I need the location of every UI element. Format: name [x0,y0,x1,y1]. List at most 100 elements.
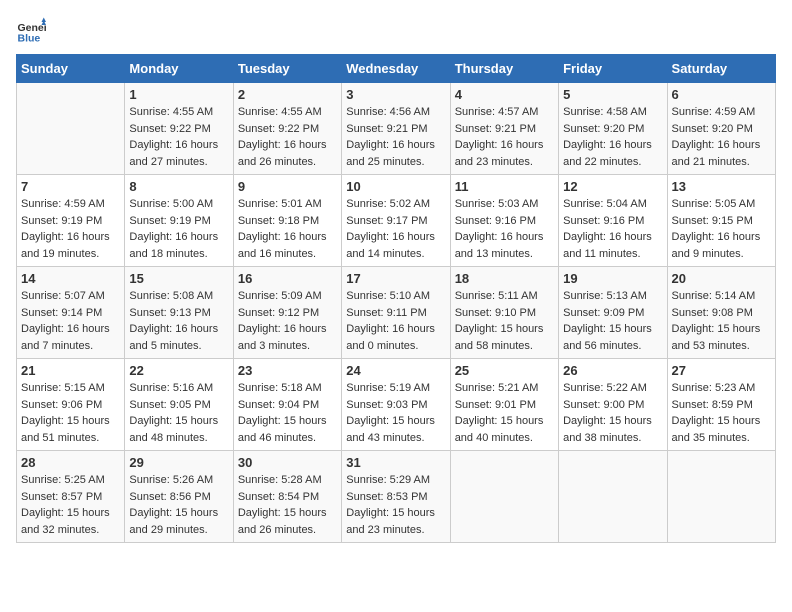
day-number: 28 [21,455,120,470]
day-info: Sunrise: 4:59 AMSunset: 9:20 PMDaylight:… [672,104,771,170]
day-cell: 20Sunrise: 5:14 AMSunset: 9:08 PMDayligh… [667,267,775,359]
day-number: 14 [21,271,120,286]
day-info: Sunrise: 5:26 AMSunset: 8:56 PMDaylight:… [129,472,228,538]
day-number: 6 [672,87,771,102]
day-number: 8 [129,179,228,194]
day-number: 3 [346,87,445,102]
day-info: Sunrise: 5:00 AMSunset: 9:19 PMDaylight:… [129,196,228,262]
day-cell: 11 Sunrise: 5:03 AMSunset: 9:16 PMDayligh… [450,175,558,267]
day-cell: 23 Sunrise: 5:18 AMSunset: 9:04 PMDayligh… [233,359,341,451]
day-info: Sunrise: 5:19 AMSunset: 9:03 PMDaylight:… [346,380,445,446]
week-row-5: 28Sunrise: 5:25 AMSunset: 8:57 PMDayligh… [17,451,776,543]
day-number: 19 [563,271,662,286]
day-number: 16 [238,271,337,286]
logo-icon: General Blue [16,16,46,46]
day-info: Sunrise: 5:18 AMSunset: 9:04 PMDaylight:… [238,380,337,446]
week-row-2: 7 Sunrise: 4:59 AMSunset: 9:19 PMDaylight… [17,175,776,267]
day-cell: 17Sunrise: 5:10 AMSunset: 9:11 PMDayligh… [342,267,450,359]
day-cell [559,451,667,543]
day-cell: 27 Sunrise: 5:23 AMSunset: 8:59 PMDayligh… [667,359,775,451]
day-info: Sunrise: 4:56 AMSunset: 9:21 PMDaylight:… [346,104,445,170]
day-number: 1 [129,87,228,102]
day-number: 25 [455,363,554,378]
day-cell: 1 Sunrise: 4:55 AMSunset: 9:22 PMDaylight… [125,83,233,175]
day-cell: 19 Sunrise: 5:13 AMSunset: 9:09 PMDayligh… [559,267,667,359]
day-info: Sunrise: 5:10 AMSunset: 9:11 PMDaylight:… [346,288,445,354]
header-cell-tuesday: Tuesday [233,55,341,83]
day-cell: 10 Sunrise: 5:02 AMSunset: 9:17 PMDayligh… [342,175,450,267]
day-cell: 16 Sunrise: 5:09 AMSunset: 9:12 PMDayligh… [233,267,341,359]
day-info: Sunrise: 4:55 AMSunset: 9:22 PMDaylight:… [238,104,337,170]
header-cell-saturday: Saturday [667,55,775,83]
day-cell: 2 Sunrise: 4:55 AMSunset: 9:22 PMDaylight… [233,83,341,175]
day-number: 24 [346,363,445,378]
day-info: Sunrise: 5:07 AMSunset: 9:14 PMDaylight:… [21,288,120,354]
header-cell-wednesday: Wednesday [342,55,450,83]
day-number: 5 [563,87,662,102]
day-info: Sunrise: 4:55 AMSunset: 9:22 PMDaylight:… [129,104,228,170]
day-cell: 13 Sunrise: 5:05 AMSunset: 9:15 PMDayligh… [667,175,775,267]
day-number: 11 [455,179,554,194]
day-cell: 18 Sunrise: 5:11 AMSunset: 9:10 PMDayligh… [450,267,558,359]
day-cell: 31Sunrise: 5:29 AMSunset: 8:53 PMDayligh… [342,451,450,543]
day-info: Sunrise: 5:23 AMSunset: 8:59 PMDaylight:… [672,380,771,446]
day-info: Sunrise: 5:09 AMSunset: 9:12 PMDaylight:… [238,288,337,354]
day-info: Sunrise: 4:59 AMSunset: 9:19 PMDaylight:… [21,196,120,262]
day-info: Sunrise: 4:57 AMSunset: 9:21 PMDaylight:… [455,104,554,170]
header-cell-friday: Friday [559,55,667,83]
day-cell: 14 Sunrise: 5:07 AMSunset: 9:14 PMDayligh… [17,267,125,359]
day-number: 23 [238,363,337,378]
day-info: Sunrise: 5:03 AMSunset: 9:16 PMDaylight:… [455,196,554,262]
day-info: Sunrise: 5:16 AMSunset: 9:05 PMDaylight:… [129,380,228,446]
day-number: 18 [455,271,554,286]
day-cell: 5 Sunrise: 4:58 AMSunset: 9:20 PMDaylight… [559,83,667,175]
day-number: 15 [129,271,228,286]
day-cell: 29 Sunrise: 5:26 AMSunset: 8:56 PMDayligh… [125,451,233,543]
day-number: 10 [346,179,445,194]
day-number: 21 [21,363,120,378]
day-cell: 6 Sunrise: 4:59 AMSunset: 9:20 PMDaylight… [667,83,775,175]
day-info: Sunrise: 5:15 AMSunset: 9:06 PMDaylight:… [21,380,120,446]
day-number: 7 [21,179,120,194]
day-cell: 25Sunrise: 5:21 AMSunset: 9:01 PMDayligh… [450,359,558,451]
week-row-3: 14 Sunrise: 5:07 AMSunset: 9:14 PMDayligh… [17,267,776,359]
day-info: Sunrise: 5:11 AMSunset: 9:10 PMDaylight:… [455,288,554,354]
day-number: 9 [238,179,337,194]
day-cell: 30Sunrise: 5:28 AMSunset: 8:54 PMDayligh… [233,451,341,543]
day-info: Sunrise: 5:02 AMSunset: 9:17 PMDaylight:… [346,196,445,262]
day-info: Sunrise: 4:58 AMSunset: 9:20 PMDaylight:… [563,104,662,170]
day-cell: 8 Sunrise: 5:00 AMSunset: 9:19 PMDaylight… [125,175,233,267]
day-info: Sunrise: 5:14 AMSunset: 9:08 PMDaylight:… [672,288,771,354]
day-number: 13 [672,179,771,194]
day-info: Sunrise: 5:29 AMSunset: 8:53 PMDaylight:… [346,472,445,538]
day-cell: 22 Sunrise: 5:16 AMSunset: 9:05 PMDayligh… [125,359,233,451]
day-number: 30 [238,455,337,470]
day-info: Sunrise: 5:13 AMSunset: 9:09 PMDaylight:… [563,288,662,354]
day-cell: 15 Sunrise: 5:08 AMSunset: 9:13 PMDayligh… [125,267,233,359]
day-cell: 9Sunrise: 5:01 AMSunset: 9:18 PMDaylight… [233,175,341,267]
day-cell: 24 Sunrise: 5:19 AMSunset: 9:03 PMDayligh… [342,359,450,451]
day-number: 4 [455,87,554,102]
week-row-4: 21 Sunrise: 5:15 AMSunset: 9:06 PMDayligh… [17,359,776,451]
day-info: Sunrise: 5:08 AMSunset: 9:13 PMDaylight:… [129,288,228,354]
day-cell [17,83,125,175]
day-number: 29 [129,455,228,470]
day-number: 27 [672,363,771,378]
header-row: SundayMondayTuesdayWednesdayThursdayFrid… [17,55,776,83]
logo: General Blue [16,16,46,46]
day-cell: 28Sunrise: 5:25 AMSunset: 8:57 PMDayligh… [17,451,125,543]
day-info: Sunrise: 5:04 AMSunset: 9:16 PMDaylight:… [563,196,662,262]
day-number: 2 [238,87,337,102]
day-info: Sunrise: 5:05 AMSunset: 9:15 PMDaylight:… [672,196,771,262]
header-cell-thursday: Thursday [450,55,558,83]
day-cell [667,451,775,543]
header-cell-sunday: Sunday [17,55,125,83]
week-row-1: 1 Sunrise: 4:55 AMSunset: 9:22 PMDaylight… [17,83,776,175]
day-cell: 12 Sunrise: 5:04 AMSunset: 9:16 PMDayligh… [559,175,667,267]
day-number: 26 [563,363,662,378]
day-cell [450,451,558,543]
day-cell: 3 Sunrise: 4:56 AMSunset: 9:21 PMDaylight… [342,83,450,175]
svg-text:Blue: Blue [18,33,41,45]
day-number: 22 [129,363,228,378]
day-number: 12 [563,179,662,194]
